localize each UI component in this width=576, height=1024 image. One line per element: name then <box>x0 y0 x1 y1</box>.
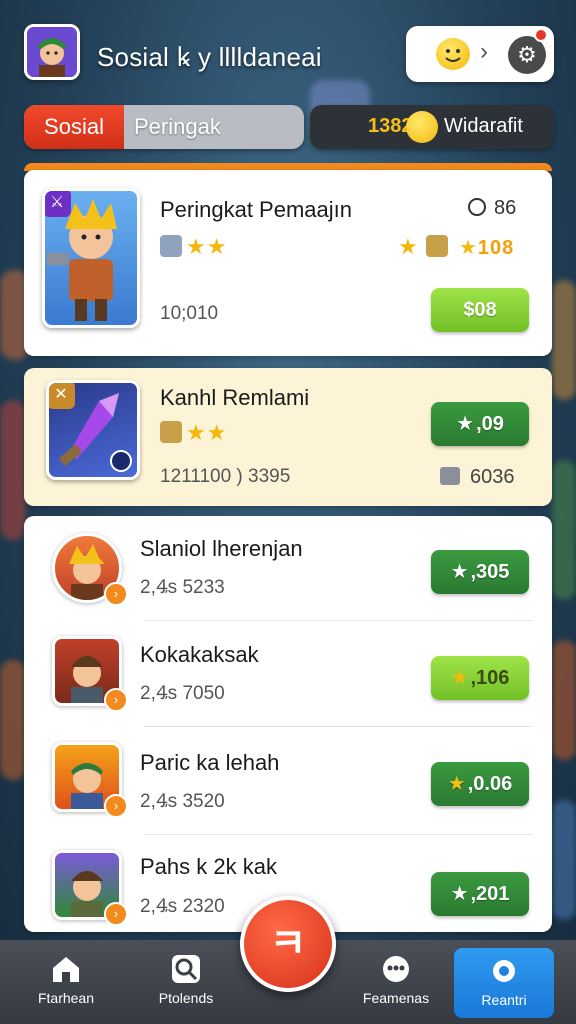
chevron-badge-icon: › <box>104 902 128 926</box>
tab-peringkat[interactable]: Peringak <box>134 105 221 149</box>
search-icon <box>172 955 200 983</box>
player-name: Kokakaksak <box>140 642 259 667</box>
nav-settings-label: Reantri <box>481 992 527 1008</box>
player-score: 2,Ꜯs 7050 <box>140 683 225 704</box>
star-rating: ★★ <box>160 234 227 260</box>
shield-icon <box>160 421 182 443</box>
stars: ★★ <box>186 234 228 259</box>
tab-bar: Sosial Peringak <box>24 105 304 149</box>
timer-value: 86 <box>494 197 517 219</box>
timer-display: 86 <box>468 197 516 220</box>
gear-icon <box>493 960 515 982</box>
player-score: 2,Ꜯs 2320 <box>140 896 225 917</box>
background-tile <box>552 640 576 760</box>
chevron-badge-icon: › <box>104 794 128 818</box>
divider <box>144 620 532 621</box>
background-tile <box>0 400 26 540</box>
currency-label: Widarafit <box>444 115 523 137</box>
crystal-item-image: ✕ <box>46 380 140 480</box>
hero-avatar-icon[interactable] <box>24 24 80 80</box>
hero-character-image: ⚔ <box>42 188 140 328</box>
nav-community-label: Feamenas <box>362 990 430 1006</box>
chevron-badge-icon: › <box>104 688 128 712</box>
star-icon: ★ <box>398 234 419 259</box>
star-icon: ★ <box>450 883 469 905</box>
player-name: Slaniol lherenjan <box>140 536 303 561</box>
featured-card-item[interactable]: ✕ Kanhl Remlami ★★ 1211100 ) 3395 ★ ,09 6… <box>24 368 552 506</box>
featured-card-player-rank[interactable]: ⚔ Peringkat Pemaajın 86 ★★ ★ ★108 10;010… <box>24 170 552 356</box>
tab-sosial[interactable]: Sosial <box>24 105 124 149</box>
star-icon: ★ <box>447 773 466 795</box>
app-title: Sosial ꝃ y lllldaneai <box>97 42 322 72</box>
reward-button[interactable]: ★ ,106 <box>431 656 529 700</box>
player-name: Pahs k 2k kak <box>140 854 277 879</box>
star-icon: ★ <box>456 413 475 435</box>
smiley-emoji-icon <box>436 38 470 70</box>
reward-button[interactable]: ★ ,0.06 <box>431 762 529 806</box>
list-item[interactable]: › Kokakaksak 2,Ꜯs 7050 ★ ,106 <box>24 624 552 728</box>
chevron-badge-icon: › <box>104 582 128 606</box>
reward-stars: ★ ★108 <box>398 234 515 259</box>
top-bar: Sosial ꝃ y lllldaneai › ⚙ <box>0 0 576 100</box>
item-score: 1211100 ) 3395 <box>160 466 291 487</box>
claim-button[interactable]: $08 <box>431 288 529 332</box>
profile-shortcut[interactable]: › ⚙ <box>406 26 554 82</box>
nav-community[interactable]: Feamenas <box>346 940 446 1024</box>
background-tile <box>552 280 576 400</box>
community-icon <box>383 956 409 982</box>
card-title: Kanhl Remlami <box>160 385 310 410</box>
nav-home[interactable]: Ftarhean <box>16 940 116 1024</box>
item-value: 6036 <box>440 466 515 489</box>
chevron-right-icon: › <box>480 38 488 65</box>
player-name: Paric ka lehah <box>140 750 280 775</box>
background-tile <box>0 660 26 780</box>
shield-icon <box>425 235 448 257</box>
sword-badge-icon: ⚔ <box>45 191 71 217</box>
star-icon: ★ <box>450 667 469 689</box>
currency-display[interactable]: 1382 Widarafit <box>310 105 554 149</box>
list-item[interactable]: › Paric ka lehah 2,Ꜯs 3520 ★ ,0.06 <box>24 730 552 834</box>
buy-button[interactable]: ★ ,09 <box>431 402 529 446</box>
coin-emoji-icon <box>406 111 438 143</box>
reward-button[interactable]: ★ ,201 <box>431 872 529 916</box>
player-score: 2,Ꜯs 3520 <box>140 791 225 812</box>
star-icon: ★ <box>450 561 469 583</box>
player-score: 2,Ꜯs 5233 <box>140 577 225 598</box>
background-tile <box>552 800 576 920</box>
stars: ★★ <box>186 420 228 445</box>
home-icon <box>53 957 79 982</box>
nav-search-label: Ptolends <box>158 990 214 1006</box>
list-item[interactable]: › Slaniol lherenjan 2,Ꜯs 5233 ★ ,305 <box>24 516 552 620</box>
shield-icon <box>160 235 182 257</box>
leaderboard-list: › Slaniol lherenjan 2,Ꜯs 5233 ★ ,305 › Ko… <box>24 516 552 932</box>
reward-value: 108 <box>477 237 515 259</box>
nav-settings[interactable]: Reantri <box>454 948 554 1018</box>
tools-badge-icon: ✕ <box>49 383 75 409</box>
background-tile <box>552 460 576 600</box>
star-rating: ★★ <box>160 420 227 446</box>
divider <box>144 726 532 727</box>
timer-icon <box>468 198 486 216</box>
card-title: Peringkat Pemaajın <box>160 197 352 222</box>
nav-home-label: Ftarhean <box>37 990 95 1006</box>
reward-button[interactable]: ★ ,305 <box>431 550 529 594</box>
stone-icon <box>440 467 460 485</box>
player-score: 10;010 <box>160 303 219 324</box>
nav-search[interactable]: Ptolends <box>136 940 236 1024</box>
play-fab-button[interactable]: ㅋ <box>240 896 336 992</box>
divider <box>144 834 532 835</box>
notification-badge <box>534 28 548 42</box>
